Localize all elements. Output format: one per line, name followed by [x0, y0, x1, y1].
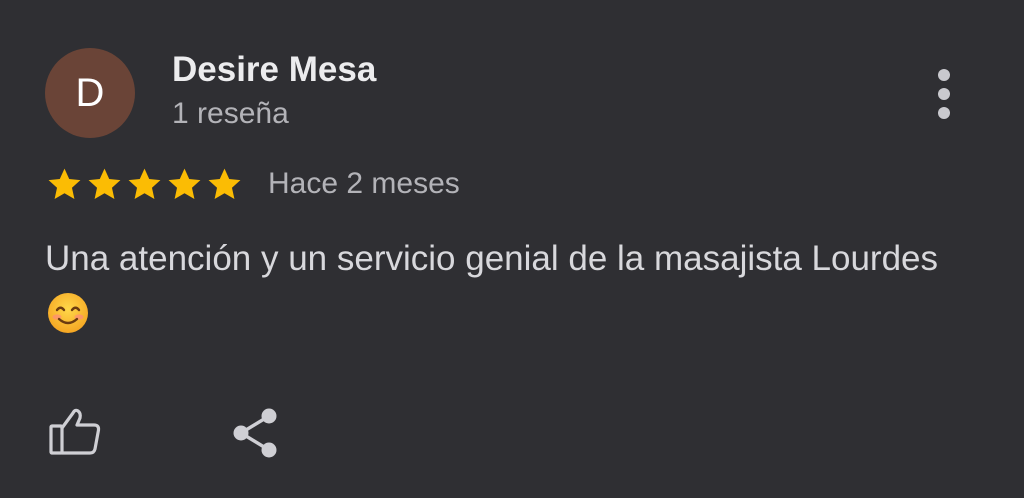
share-button[interactable] [230, 406, 284, 460]
share-icon [233, 408, 277, 458]
star-icon [208, 168, 241, 199]
review-text: Una atención y un servicio genial de la … [45, 230, 945, 344]
star-icon [88, 168, 121, 199]
author-review-count: 1 reseña [172, 97, 289, 130]
more-dot [938, 69, 950, 81]
star-icon [48, 168, 81, 199]
review-body: Una atención y un servicio genial de la … [45, 239, 939, 278]
smiling-face-emoji [48, 293, 88, 333]
more-vertical-icon [938, 69, 950, 119]
thumbs-up-icon [49, 408, 101, 455]
star-icon [168, 168, 201, 199]
avatar-initial: D [75, 71, 105, 115]
rating-row: Hace 2 meses [45, 160, 460, 208]
star-icon [128, 168, 161, 199]
star-rating [45, 165, 244, 204]
more-options-button[interactable] [920, 64, 968, 124]
more-dot [938, 107, 950, 119]
review-time: Hace 2 meses [268, 167, 460, 200]
avatar[interactable]: D [45, 48, 135, 138]
like-button[interactable] [46, 404, 104, 460]
author-name[interactable]: Desire Mesa [172, 50, 376, 90]
review-card: D Desire Mesa 1 reseña Hace 2 meses Una … [0, 0, 1024, 498]
more-dot [938, 88, 950, 100]
